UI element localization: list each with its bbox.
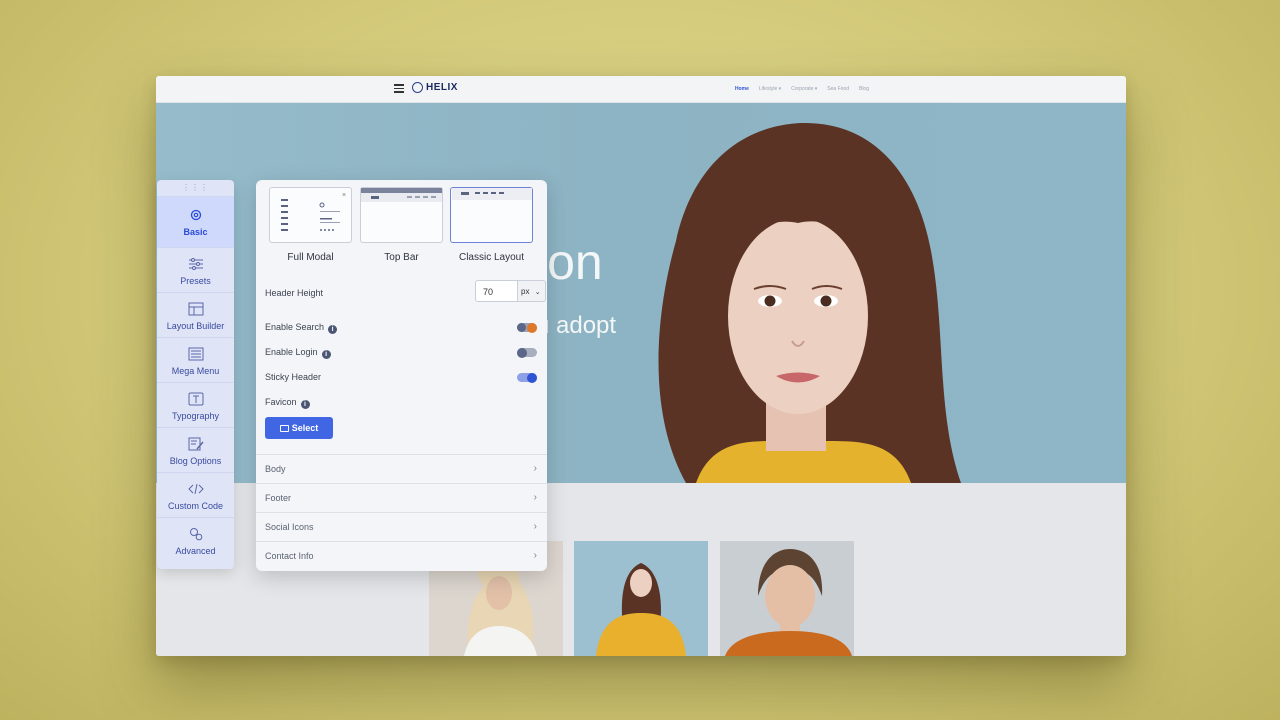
favicon-label: Favicon <box>265 397 297 407</box>
sidebar-item-presets[interactable]: Presets <box>157 247 234 292</box>
toggle-knob <box>517 347 527 358</box>
sliders-icon <box>157 257 234 271</box>
layout-option-label: Full Modal <box>287 252 334 263</box>
favicon-row: Favicon i <box>265 395 537 411</box>
sidebar-item-blog-options[interactable]: Blog Options <box>157 427 234 472</box>
type-icon <box>157 392 234 406</box>
enable-login-row: Enable Login i <box>265 345 537 361</box>
code-icon <box>157 482 234 496</box>
accordion-social-icons[interactable]: Social Icons › <box>256 512 547 541</box>
sidebar-item-label: Blog Options <box>169 456 222 466</box>
chevron-right-icon: › <box>533 492 537 503</box>
settings-accordion: Body › Footer › Social Icons › Contact I… <box>256 454 547 570</box>
enable-search-label: Enable Search <box>265 322 325 332</box>
sticky-header-row: Sticky Header <box>265 370 537 386</box>
header-settings-panel: × Full Modal Top Bar Classic Layout Head… <box>256 180 547 571</box>
layout-thumbnail <box>450 187 533 243</box>
hamburger-icon[interactable] <box>394 84 404 93</box>
hero-portrait-image <box>658 122 961 483</box>
sticky-header-label: Sticky Header <box>265 372 322 382</box>
nav-corporate[interactable]: Corporate ▾ <box>791 86 817 92</box>
sidebar-item-custom-code[interactable]: Custom Code <box>157 472 234 517</box>
layout-option-top-bar[interactable]: Top Bar <box>360 187 443 263</box>
sidebar-item-mega-menu[interactable]: Mega Menu <box>157 337 234 382</box>
gallery-image-3[interactable] <box>720 541 854 656</box>
gear-icon <box>157 208 234 222</box>
toggle-knob <box>527 372 537 383</box>
menu-grid-icon <box>157 347 234 361</box>
info-icon[interactable]: i <box>328 325 338 334</box>
sidebar-item-label: Typography <box>171 411 220 421</box>
sidebar-item-label: Basic <box>183 227 208 237</box>
sidebar-item-label: Advanced <box>175 546 216 556</box>
nav-sea-food[interactable]: Sea Food <box>827 86 849 92</box>
layout-thumbnail <box>360 187 443 243</box>
site-logo[interactable]: HELIX <box>426 82 458 93</box>
info-icon[interactable]: i <box>300 400 310 409</box>
layout-option-label: Top Bar <box>384 252 419 263</box>
chevron-right-icon: › <box>533 463 537 474</box>
header-height-input[interactable]: 70 <box>475 280 518 302</box>
sidebar-item-layout-builder[interactable]: Layout Builder <box>157 292 234 337</box>
nav-blog[interactable]: Blog <box>859 86 869 92</box>
sidebar-item-label: Custom Code <box>167 501 224 511</box>
header-height-row: Header Height 70 px ⌄ <box>265 280 546 302</box>
nav-lifestyle[interactable]: Lifestyle ▾ <box>759 86 781 92</box>
edit-icon <box>157 437 234 451</box>
accordion-label: Body <box>265 464 286 474</box>
enable-search-row: Enable Search i <box>265 320 537 336</box>
accordion-label: Contact Info <box>265 551 314 561</box>
chevron-down-icon: ⌄ <box>534 289 541 296</box>
sidebar-item-typography[interactable]: Typography <box>157 382 234 427</box>
accordion-contact-info[interactable]: Contact Info › <box>256 541 547 570</box>
svg-text:×: × <box>342 192 346 199</box>
unit-value: px <box>521 287 530 296</box>
enable-login-toggle[interactable] <box>517 347 537 358</box>
accordion-label: Footer <box>265 493 292 503</box>
options-sidebar: ⋮⋮⋮ Basic Presets Layout Builder Mega Me… <box>157 180 234 569</box>
enable-login-label: Enable Login <box>265 347 318 357</box>
layout-option-label: Classic Layout <box>458 252 525 263</box>
nav-home[interactable]: Home <box>735 86 749 92</box>
sidebar-item-label: Mega Menu <box>171 366 220 376</box>
accordion-body[interactable]: Body › <box>256 454 547 483</box>
info-icon[interactable]: i <box>321 350 331 359</box>
sidebar-item-label: Presets <box>180 276 211 286</box>
cogs-icon <box>157 527 234 541</box>
sidebar-item-basic[interactable]: Basic <box>157 196 234 247</box>
header-height-unit-select[interactable]: px ⌄ <box>518 280 546 302</box>
chevron-right-icon: › <box>533 521 537 532</box>
gallery-image-2[interactable] <box>574 541 708 656</box>
header-height-label: Header Height <box>265 288 324 298</box>
enable-search-toggle[interactable] <box>517 322 537 333</box>
site-header: HELIX Home Lifestyle ▾ Corporate ▾ Sea F… <box>156 76 1126 103</box>
layout-thumbnail: × <box>269 187 352 243</box>
layout-option-full-modal[interactable]: × Full Modal <box>269 187 352 263</box>
drag-handle-icon[interactable]: ⋮⋮⋮ <box>157 180 234 196</box>
toggle-track-dot <box>517 323 526 332</box>
sidebar-item-label: Layout Builder <box>166 321 225 331</box>
chevron-right-icon: › <box>533 550 537 561</box>
select-button-label: Select <box>291 423 319 433</box>
favicon-select-button[interactable]: Select <box>265 417 333 439</box>
sidebar-item-advanced[interactable]: Advanced <box>157 517 234 562</box>
logo-icon <box>412 82 423 93</box>
site-nav: Home Lifestyle ▾ Corporate ▾ Sea Food Bl… <box>735 86 869 92</box>
sticky-header-toggle[interactable] <box>517 372 537 383</box>
accordion-footer[interactable]: Footer › <box>256 483 547 512</box>
layout-icon <box>157 302 234 316</box>
layout-option-classic[interactable]: Classic Layout <box>450 187 533 263</box>
toggle-knob <box>527 322 537 333</box>
image-icon <box>279 425 289 432</box>
accordion-label: Social Icons <box>265 522 314 532</box>
